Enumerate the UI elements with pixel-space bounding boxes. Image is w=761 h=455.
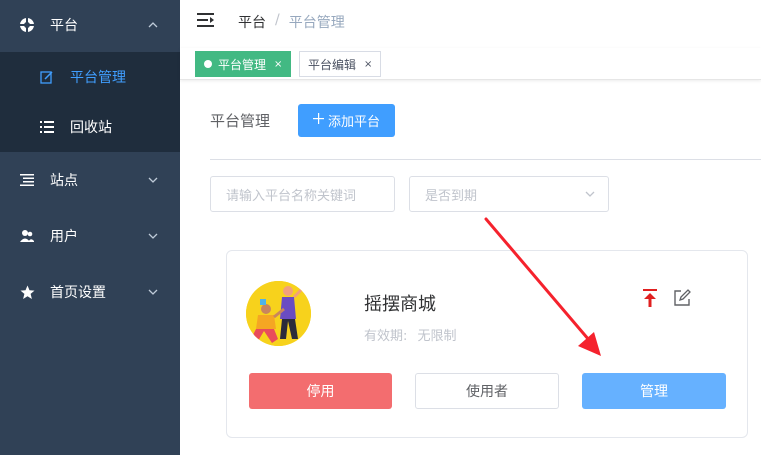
tag-label: 平台管理	[218, 57, 267, 72]
sidebar-item-home-settings[interactable]: 首页设置	[0, 267, 180, 317]
sidebar-item-user[interactable]: 用户	[0, 211, 180, 261]
sidebar-item-label: 站点	[50, 173, 78, 189]
page-title: 平台管理	[210, 112, 271, 130]
sidebar: 平台 平台管理 回收站 站点 用户 首页设置	[0, 0, 180, 455]
tag-platform-edit[interactable]: 平台编辑 ×	[299, 51, 382, 77]
validity: 有效期: 无限制	[364, 325, 457, 344]
edit-icon[interactable]	[673, 289, 691, 307]
chevron-down-icon	[584, 188, 596, 200]
list-icon	[39, 119, 55, 135]
chevron-up-icon	[147, 19, 159, 31]
navbar: 平台 / 平台管理	[180, 0, 761, 44]
sidebar-item-label: 首页设置	[50, 285, 106, 301]
close-icon[interactable]: ×	[364, 59, 372, 70]
breadcrumb: 平台 / 平台管理	[238, 12, 345, 32]
platform-icon	[19, 17, 35, 33]
plus-icon	[312, 113, 324, 128]
sidebar-item-label: 平台	[50, 18, 78, 34]
disable-button[interactable]: 停用	[249, 373, 392, 409]
add-platform-button[interactable]: 添加平台	[298, 104, 395, 137]
user-icon	[19, 228, 35, 244]
sidebar-item-site[interactable]: 站点	[0, 155, 180, 205]
expiry-placeholder: 是否到期	[425, 188, 478, 204]
active-dot-icon	[204, 60, 212, 68]
sidebar-item-platform[interactable]: 平台	[0, 0, 180, 50]
list-tree-icon	[19, 172, 35, 188]
pin-top-icon[interactable]	[641, 288, 659, 308]
avatar	[246, 281, 311, 346]
breadcrumb-separator: /	[275, 12, 280, 28]
tags-view: 平台管理 × 平台编辑 ×	[180, 48, 761, 80]
breadcrumb-home[interactable]: 平台	[238, 12, 266, 32]
search-placeholder: 请输入平台名称关键词	[226, 188, 357, 204]
close-icon[interactable]: ×	[274, 59, 282, 70]
validity-label: 有效期:	[364, 329, 408, 344]
sidebar-item-platform-manage[interactable]: 平台管理	[0, 52, 180, 102]
star-icon	[19, 284, 35, 300]
shop-name: 摇摆商城	[364, 294, 436, 315]
edit-icon	[39, 69, 55, 85]
expiry-select[interactable]: 是否到期	[409, 176, 609, 212]
sidebar-item-recycle-bin[interactable]: 回收站	[0, 102, 180, 152]
tag-platform-manage[interactable]: 平台管理 ×	[195, 51, 292, 77]
search-input[interactable]: 请输入平台名称关键词	[210, 176, 395, 212]
validity-value: 无限制	[417, 329, 457, 344]
tag-label: 平台编辑	[308, 57, 357, 72]
divider	[210, 159, 761, 160]
users-button[interactable]: 使用者	[415, 373, 559, 409]
add-platform-label: 添加平台	[327, 115, 380, 130]
chevron-down-icon	[147, 286, 159, 298]
chevron-down-icon	[147, 230, 159, 242]
sidebar-item-label: 平台管理	[70, 70, 126, 86]
hamburger-icon[interactable]	[197, 12, 215, 28]
sidebar-item-label: 回收站	[70, 120, 112, 136]
chevron-down-icon	[147, 174, 159, 186]
platform-card	[226, 250, 748, 438]
sidebar-item-label: 用户	[50, 229, 78, 245]
manage-button[interactable]: 管理	[582, 373, 726, 409]
breadcrumb-current: 平台管理	[288, 15, 345, 31]
